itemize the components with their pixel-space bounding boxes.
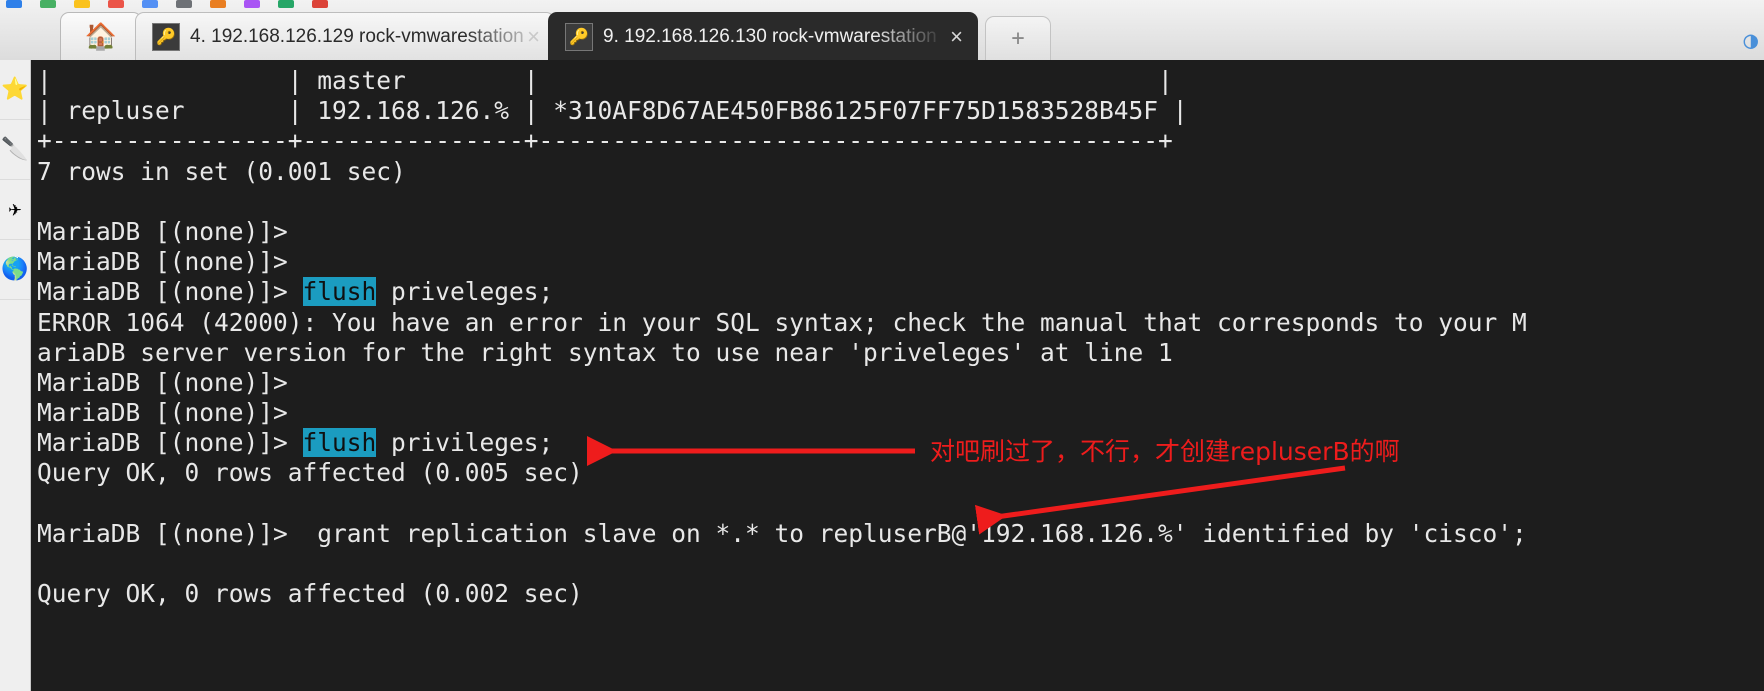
terminal-line: ERROR 1064 (42000): You have an error in…	[37, 308, 1764, 338]
bookmark-icon-2[interactable]	[74, 0, 90, 8]
globe-icon: 🌎	[1, 259, 28, 281]
close-icon[interactable]: ×	[950, 24, 963, 50]
terminal-line	[37, 549, 1764, 579]
annotation-note: 对吧刷过了，不行，才创建repluserB的啊	[930, 432, 1400, 468]
terminal-line: Query OK, 0 rows affected (0.002 sec)	[37, 579, 1764, 609]
terminal-line: MariaDB [(none)]>	[37, 398, 1764, 428]
terminal-line: | | master | |	[37, 66, 1764, 96]
sidebar-send[interactable]: ✈	[0, 180, 30, 240]
terminal-prompt: MariaDB [(none)]>	[37, 428, 303, 457]
bookmark-icon-9[interactable]	[312, 0, 328, 8]
terminal-command: priveleges;	[376, 277, 553, 306]
tab-label: 4. 192.168.126.129 rock-vmwarestation	[190, 26, 540, 48]
key-icon: 🔑	[152, 23, 180, 51]
plus-icon: +	[1011, 28, 1024, 50]
home-tab[interactable]: 🏠	[60, 12, 142, 60]
terminal-line: MariaDB [(none)]> flush privileges;	[37, 428, 1764, 458]
terminal-line: ariaDB server version for the right synt…	[37, 338, 1764, 368]
tab-126-130[interactable]: 🔑 9. 192.168.126.130 rock-vmwarestation …	[548, 12, 978, 60]
terminal-line: MariaDB [(none)]>	[37, 217, 1764, 247]
terminal-command: privileges;	[376, 428, 553, 457]
browser-window: 🏠 🔑 4. 192.168.126.129 rock-vmwarestatio…	[0, 0, 1764, 691]
sidebar-star[interactable]: ⭐	[0, 60, 30, 120]
terminal-line: | repluser | 192.168.126.% | *310AF8D67A…	[37, 96, 1764, 126]
bookmark-icon-7[interactable]	[244, 0, 260, 8]
terminal-line	[37, 489, 1764, 519]
bookmark-bar-icons	[0, 0, 1764, 8]
paper-plane-icon: ✈	[8, 199, 21, 221]
globe-icon[interactable]: ◑	[1744, 26, 1758, 54]
bookmark-icon-0[interactable]	[6, 0, 22, 8]
new-tab-button[interactable]: +	[985, 16, 1051, 60]
terminal-line	[37, 187, 1764, 217]
bookmark-icon-8[interactable]	[278, 0, 294, 8]
swiss-knife-icon: 🔪	[1, 139, 28, 161]
sidebar-tools[interactable]: 🔪	[0, 120, 30, 180]
terminal-line: +----------------+---------------+------…	[37, 126, 1764, 156]
terminal-line: 7 rows in set (0.001 sec)	[37, 157, 1764, 187]
terminal-prompt: MariaDB [(none)]>	[37, 277, 303, 306]
key-icon: 🔑	[565, 23, 593, 51]
terminal-output: | | master | || repluser | 192.168.126.%…	[37, 66, 1764, 609]
bookmark-icon-4[interactable]	[142, 0, 158, 8]
tab-label: 9. 192.168.126.130 rock-vmwarestation	[603, 26, 938, 48]
terminal-line: MariaDB [(none)]> flush priveleges;	[37, 277, 1764, 307]
terminal-line: MariaDB [(none)]>	[37, 368, 1764, 398]
star-icon: ⭐	[1, 79, 28, 101]
terminal-pane[interactable]: | | master | || repluser | 192.168.126.%…	[31, 60, 1764, 691]
bookmark-icon-5[interactable]	[176, 0, 192, 8]
terminal-highlight: flush	[303, 428, 377, 457]
bookmark-icon-3[interactable]	[108, 0, 124, 8]
close-icon[interactable]: ×	[527, 24, 540, 50]
terminal-highlight: flush	[303, 277, 377, 306]
home-icon: 🏠	[85, 24, 117, 50]
terminal-line: MariaDB [(none)]> grant replication slav…	[37, 519, 1764, 549]
sidebar-globe[interactable]: 🌎	[0, 240, 30, 300]
terminal-line: Query OK, 0 rows affected (0.005 sec)	[37, 458, 1764, 488]
tab-strip: 🏠 🔑 4. 192.168.126.129 rock-vmwarestatio…	[0, 0, 1764, 61]
terminal-line: MariaDB [(none)]>	[37, 247, 1764, 277]
bookmark-icon-6[interactable]	[210, 0, 226, 8]
bookmark-icon-1[interactable]	[40, 0, 56, 8]
tab-126-129[interactable]: 🔑 4. 192.168.126.129 rock-vmwarestation …	[135, 12, 555, 60]
left-sidebar: ⭐ 🔪 ✈ 🌎	[0, 60, 31, 691]
